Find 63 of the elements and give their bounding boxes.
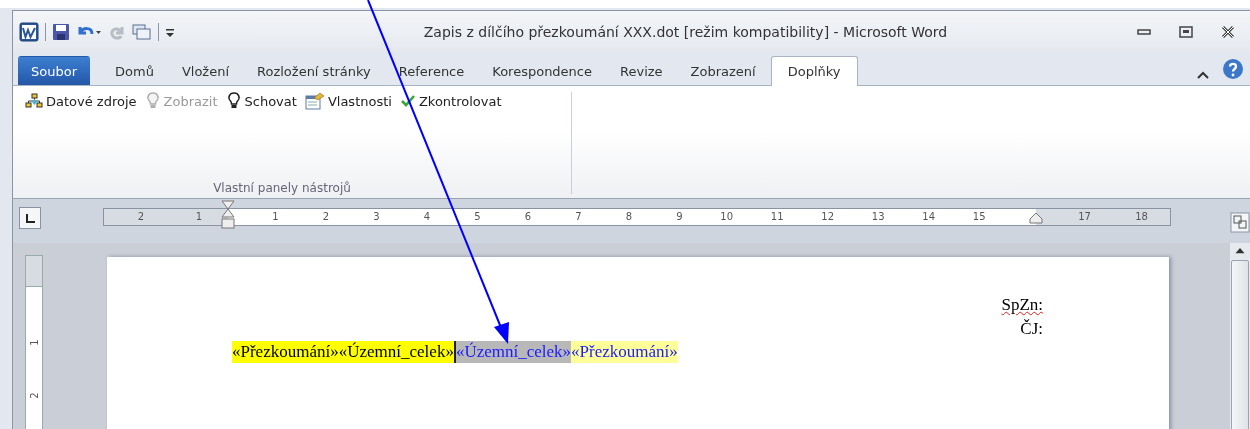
ribbon-tab[interactable]: Korespondence — [479, 56, 605, 85]
ruler-margin — [26, 256, 42, 287]
ruler-number: 11 — [769, 210, 784, 224]
ruler-number: 18 — [1135, 210, 1148, 224]
collapse-ribbon-icon[interactable] — [1196, 70, 1210, 80]
restore-icon[interactable] — [1178, 25, 1194, 39]
ribbon-tab[interactable]: Doplňky — [770, 56, 858, 86]
ruler-number: 9 — [675, 210, 683, 224]
header-text: ČJ: — [1020, 318, 1043, 340]
ribbon-button[interactable]: Zkontrolovat — [397, 90, 504, 112]
ruler-number: 5 — [473, 210, 481, 224]
ribbon-tab[interactable]: Vložení — [168, 56, 242, 85]
ruler-number: 13 — [870, 210, 885, 224]
view-ruler-icon[interactable] — [1230, 209, 1250, 233]
ruler-number: 6 — [523, 210, 531, 224]
ruler-number: 2 — [28, 392, 40, 399]
merge-field[interactable]: «Územní_celek» — [455, 341, 572, 363]
ribbon-tab[interactable]: Reference — [385, 56, 478, 85]
scroll-up-icon[interactable] — [1234, 247, 1246, 255]
file-tab[interactable]: Soubor — [18, 56, 90, 85]
horizontal-ruler[interactable]: 2 1 1 2 3 4 5 6 7 8 9 10 11 12 13 14 15 17 18 — [103, 208, 1171, 226]
merge-field[interactable]: «Přezkoumání» — [571, 341, 678, 363]
windows-icon[interactable] — [132, 23, 152, 41]
checkmark-icon — [399, 94, 416, 108]
save-icon[interactable] — [52, 23, 70, 41]
lightbulb-icon — [225, 92, 242, 110]
ribbon-tab[interactable]: Revize — [607, 56, 676, 85]
ruler-number: 3 — [372, 210, 380, 224]
merge-field[interactable]: «Přezkoumání» — [232, 341, 339, 363]
ruler-number: 7 — [574, 210, 582, 224]
ruler-number: 2 — [321, 210, 329, 224]
ruler-number: 17 — [1078, 210, 1091, 224]
ruler-number: 14 — [921, 210, 935, 224]
properties-icon — [304, 92, 325, 110]
ruler-number: 1 — [195, 210, 203, 224]
window-title: Zapis z dílčího přezkoumání XXX.dot [režim kompatibility] - Microsoft Word — [422, 24, 949, 40]
hierarchy-icon — [25, 93, 43, 109]
ribbon-tab[interactable]: Domů — [102, 56, 167, 85]
lightbulb-icon — [144, 92, 161, 110]
ruler-number: 10 — [719, 210, 733, 224]
close-icon[interactable] — [1220, 25, 1236, 39]
header-text: SpZn: — [1001, 294, 1043, 316]
ruler-number: 4 — [422, 210, 430, 224]
ribbon-button[interactable]: Datové zdroje — [23, 90, 139, 112]
indent-marker-icon[interactable] — [221, 200, 235, 230]
ribbon-tab[interactable]: Rozložení stránky — [244, 56, 384, 85]
ribbon-button[interactable]: Schovat — [223, 90, 299, 112]
group-label: Vlastní panely nástrojů — [212, 181, 352, 197]
scroll-thumb[interactable] — [1231, 260, 1249, 429]
ruler-number: 2 — [137, 210, 145, 224]
ribbon-button[interactable]: Vlastnosti — [302, 90, 394, 112]
ruler-number: 1 — [28, 339, 40, 346]
word-logo-icon[interactable] — [19, 22, 39, 42]
tab-selector-button[interactable] — [19, 207, 41, 229]
ruler-number: 1 — [271, 210, 279, 224]
vertical-ruler[interactable]: 1 2 — [25, 255, 43, 429]
ruler-number: 15 — [971, 210, 986, 224]
help-icon[interactable] — [1222, 58, 1244, 80]
ribbon-tab[interactable]: Zobrazení — [677, 56, 769, 85]
right-indent-marker-icon[interactable] — [1029, 212, 1043, 224]
ruler-number: 12 — [820, 210, 834, 224]
merge-field[interactable]: «Územní_celek» — [338, 341, 454, 363]
ruler-number: 8 — [624, 210, 632, 224]
